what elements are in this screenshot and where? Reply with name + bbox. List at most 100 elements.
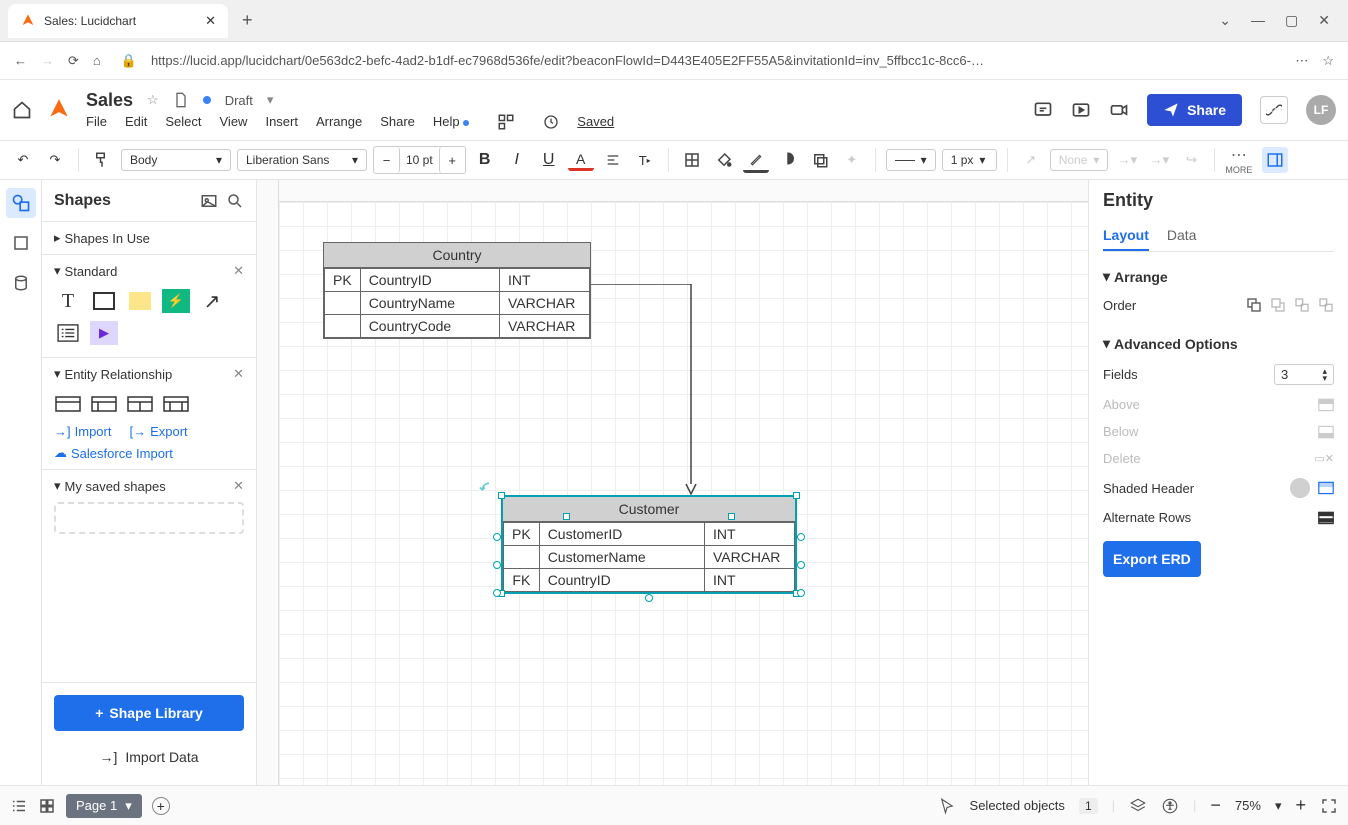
shape-library-button[interactable]: + Shape Library — [54, 695, 244, 731]
menu-arrange[interactable]: Arrange — [316, 114, 362, 129]
advanced-header[interactable]: ▾ Advanced Options — [1103, 335, 1334, 352]
menu-view[interactable]: View — [220, 114, 248, 129]
bring-front-icon[interactable] — [1294, 297, 1310, 313]
minimize-icon[interactable]: — — [1251, 12, 1265, 29]
share-button[interactable]: Share — [1147, 94, 1242, 126]
menu-insert[interactable]: Insert — [265, 114, 298, 129]
entity-country[interactable]: Country PKCountryIDINT CountryNameVARCHA… — [323, 242, 591, 339]
er-shape-1[interactable] — [54, 392, 82, 416]
alt-rows-icon[interactable] — [1318, 511, 1334, 525]
chevron-down-icon[interactable]: ⌄ — [1219, 12, 1231, 29]
rotate-handle[interactable] — [563, 513, 570, 520]
section-er[interactable]: ▾ Entity Relationship✕ — [54, 366, 244, 382]
undo-icon[interactable]: ↶ — [10, 147, 36, 173]
browser-tab[interactable]: Sales: Lucidchart ✕ — [8, 4, 228, 38]
close-window-icon[interactable]: ✕ — [1318, 12, 1330, 29]
lucid-app-icon[interactable] — [46, 97, 72, 123]
back-icon[interactable]: ← — [14, 53, 27, 68]
header-style-icon[interactable] — [1318, 481, 1334, 495]
export-link[interactable]: [→ Export — [129, 424, 187, 439]
line-width-select[interactable]: 1 px▾ — [942, 149, 997, 171]
rail-frame-icon[interactable] — [6, 228, 36, 258]
select-tool-icon[interactable] — [938, 797, 956, 815]
right-panel-toggle-icon[interactable] — [1262, 147, 1288, 173]
zoom-in-icon[interactable]: + — [1295, 795, 1306, 816]
menu-file[interactable]: File — [86, 114, 107, 129]
font-size-increase[interactable]: + — [439, 147, 465, 173]
connection-handle[interactable] — [797, 561, 805, 569]
font-select[interactable]: Liberation Sans▾ — [237, 149, 367, 171]
page-selector[interactable]: Page 1▾ — [66, 794, 142, 818]
history-icon[interactable] — [543, 114, 559, 130]
redo-icon[interactable]: ↷ — [42, 147, 68, 173]
rail-shapes-icon[interactable] — [6, 188, 36, 218]
rail-database-icon[interactable] — [6, 268, 36, 298]
close-section-icon[interactable]: ✕ — [233, 366, 244, 382]
arrange-header[interactable]: ▾ Arrange — [1103, 268, 1334, 285]
arrow-end-icon[interactable]: →▾ — [1146, 147, 1172, 173]
er-shape-3[interactable] — [126, 392, 154, 416]
shape-fill-icon[interactable] — [679, 147, 705, 173]
line-none-select[interactable]: None▾ — [1050, 149, 1109, 171]
shape-bolt[interactable]: ⚡ — [162, 289, 190, 313]
format-painter-icon[interactable] — [89, 147, 115, 173]
text-color-icon[interactable]: A — [568, 149, 594, 171]
align-icon[interactable] — [600, 147, 626, 173]
connection-handle[interactable] — [645, 594, 653, 602]
home-browser-icon[interactable]: ⌂ — [93, 53, 101, 68]
salesforce-link[interactable]: ☁ Salesforce Import — [54, 445, 173, 461]
extensions-icon[interactable] — [497, 113, 515, 131]
shape-arrow[interactable]: ↗ — [198, 289, 226, 313]
a11y-icon[interactable] — [1161, 797, 1179, 815]
magic-icon[interactable]: ✦ — [839, 147, 865, 173]
layers-icon[interactable] — [1129, 797, 1147, 815]
reload-icon[interactable]: ⟳ — [68, 53, 79, 69]
star-icon[interactable]: ☆ — [1322, 53, 1334, 69]
list-view-icon[interactable] — [10, 797, 28, 815]
file-icon[interactable] — [173, 91, 189, 109]
star-doc-icon[interactable]: ☆ — [147, 92, 159, 108]
font-size-value[interactable]: 10 pt — [400, 153, 439, 167]
arrow-start-icon[interactable]: →▾ — [1114, 147, 1140, 173]
rotate-handle[interactable] — [728, 513, 735, 520]
zoom-dropdown-icon[interactable]: ▾ — [1275, 798, 1282, 814]
send-backward-icon[interactable] — [1270, 297, 1286, 313]
close-section-icon[interactable]: ✕ — [233, 263, 244, 279]
bold-icon[interactable]: B — [472, 147, 498, 173]
more-button[interactable]: ⋯MORE — [1225, 145, 1252, 175]
url-field[interactable]: https://lucid.app/lucidchart/0e563dc2-be… — [151, 53, 1281, 68]
line-style-select[interactable]: ▾ — [886, 149, 936, 171]
comment-icon[interactable] — [1033, 100, 1053, 120]
draft-dropdown-icon[interactable]: ▾ — [267, 92, 274, 108]
shape-rect[interactable] — [90, 289, 118, 313]
zoom-out-icon[interactable]: − — [1210, 795, 1221, 816]
fill-bucket-icon[interactable] — [711, 147, 737, 173]
entity-customer[interactable]: Customer PKCustomerIDINT CustomerNameVAR… — [501, 495, 797, 594]
font-size-decrease[interactable]: − — [374, 147, 400, 173]
section-standard[interactable]: ▾ Standard✕ — [54, 263, 244, 279]
saved-shapes-placeholder[interactable] — [54, 502, 244, 534]
line-start-icon[interactable]: ↗ — [1018, 147, 1044, 173]
send-back-icon[interactable] — [1318, 297, 1334, 313]
resize-handle[interactable] — [498, 492, 505, 499]
maximize-icon[interactable]: ▢ — [1285, 12, 1298, 29]
avatar[interactable]: LF — [1306, 95, 1336, 125]
effects-icon[interactable] — [807, 147, 833, 173]
resize-handle[interactable] — [793, 492, 800, 499]
italic-icon[interactable]: I — [504, 147, 530, 173]
status-draft[interactable]: Draft — [225, 93, 253, 108]
saved-label[interactable]: Saved — [577, 114, 614, 129]
add-page-icon[interactable]: + — [152, 797, 170, 815]
new-tab-button[interactable]: + — [242, 10, 253, 31]
border-color-icon[interactable] — [743, 147, 769, 173]
import-link[interactable]: →] Import — [54, 424, 111, 439]
tab-layout[interactable]: Layout — [1103, 221, 1149, 251]
export-erd-button[interactable]: Export ERD — [1103, 541, 1201, 577]
er-shape-4[interactable] — [162, 392, 190, 416]
close-tab-icon[interactable]: ✕ — [205, 13, 216, 29]
import-data-button[interactable]: →] Import Data — [54, 741, 244, 773]
lock-icon[interactable]: 🔒 — [121, 53, 137, 69]
header-color-swatch[interactable] — [1290, 478, 1310, 498]
shape-list[interactable] — [54, 321, 82, 345]
canvas[interactable]: Country PKCountryIDINT CountryNameVARCHA… — [257, 180, 1088, 785]
